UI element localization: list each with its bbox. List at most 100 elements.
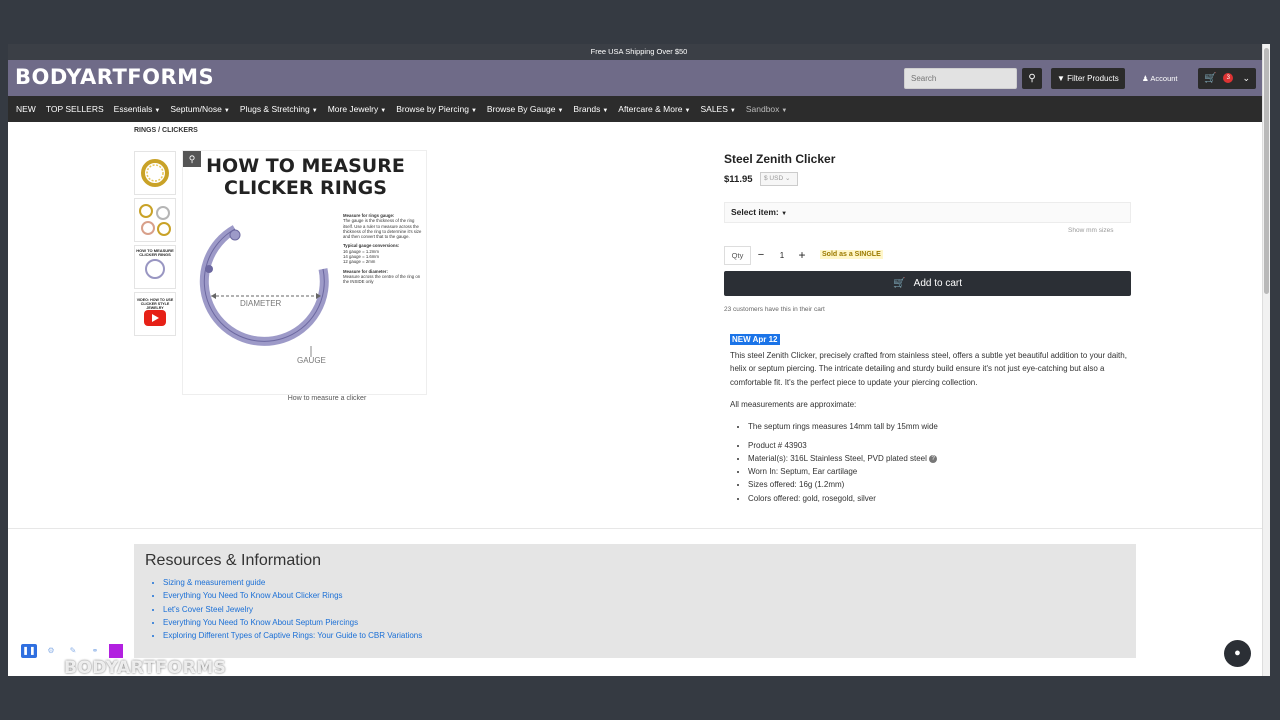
- resource-link[interactable]: Everything You Need To Know About Septum…: [163, 616, 422, 629]
- diameter-label: DIAMETER: [240, 299, 282, 308]
- pause-icon: ❚❚: [22, 646, 36, 655]
- caret-down-icon: ▼: [729, 108, 736, 114]
- help-icon[interactable]: ?: [929, 454, 938, 463]
- search-button[interactable]: ⚲: [1022, 68, 1042, 89]
- plus-icon: +: [798, 248, 806, 262]
- qty-decrease-button[interactable]: −: [754, 246, 768, 265]
- select-item-dropdown[interactable]: Select item: ▼: [724, 202, 1131, 223]
- breadcrumb-clickers[interactable]: CLICKERS: [162, 127, 198, 134]
- nav-item-aftercare[interactable]: Aftercare & More ▼: [618, 104, 690, 114]
- nav-item-browse-by-piercing[interactable]: Browse by Piercing ▼: [396, 104, 477, 114]
- search-input[interactable]: [904, 68, 1017, 89]
- thumbnail-3[interactable]: HOW TO MEASURE CLICKER RINGS: [134, 245, 176, 289]
- nav-item-label: Essentials: [113, 104, 153, 114]
- thumbnail-4-video[interactable]: VIDEO: HOW TO USE CLICKER STYLE JEWELRY: [134, 292, 176, 336]
- breadcrumb-rings[interactable]: RINGS: [134, 127, 156, 134]
- detail-worn-in: Worn In: Septum, Ear cartilage: [748, 465, 1130, 478]
- detail-colors: Colors offered: gold, rosegold, silver: [748, 492, 1130, 505]
- currency-value: $ USD: [764, 175, 784, 182]
- add-to-cart-label: Add to cart: [913, 278, 963, 289]
- nav-item-brands[interactable]: Brands ▼: [573, 104, 608, 114]
- resource-link[interactable]: Exploring Different Types of Captive Rin…: [163, 629, 422, 642]
- link-button[interactable]: ⚭: [87, 644, 103, 658]
- thumbnail-3-content: HOW TO MEASURE CLICKER RINGS: [136, 247, 174, 286]
- measure-instructions: Measure for rings gauge: The gauge is th…: [343, 213, 423, 285]
- gear-icon: ⚙: [47, 646, 55, 655]
- nav-item-label: Septum/Nose: [170, 104, 222, 114]
- nav-item-browse-by-gauge[interactable]: Browse By Gauge ▼: [487, 104, 563, 114]
- product-title: Steel Zenith Clicker: [724, 152, 836, 166]
- caret-down-icon: ▼: [602, 108, 609, 114]
- customers-in-cart-text: 23 customers have this in their cart: [724, 306, 825, 313]
- chevron-down-icon[interactable]: ⌄: [1242, 68, 1250, 89]
- main-nav: NEW TOP SELLERS Essentials ▼ Septum/Nose ▼…: [8, 96, 1270, 122]
- nav-item-sales[interactable]: SALES ▼: [700, 104, 735, 114]
- page-scrollbar[interactable]: [1262, 44, 1270, 676]
- pause-button[interactable]: ❚❚: [21, 644, 37, 658]
- site-header: BODYARTFORMS ⚲ ▼ Filter Products ♟ Accou…: [8, 60, 1270, 96]
- caret-down-icon: ▼: [380, 108, 387, 114]
- section-divider: [8, 528, 1262, 529]
- filter-icon: ▼: [1057, 74, 1065, 83]
- qty-label: Qty: [724, 246, 751, 265]
- show-mm-sizes-link[interactable]: Show mm sizes: [1068, 227, 1114, 234]
- detail-materials: Material(s): 316L Stainless Steel, PVD p…: [748, 452, 1130, 465]
- thumbnail-4-content: VIDEO: HOW TO USE CLICKER STYLE JEWELRY: [136, 298, 174, 331]
- resources-links: Sizing & measurement guide Everything Yo…: [163, 576, 422, 642]
- qty-increase-button[interactable]: +: [795, 246, 809, 265]
- sold-as-badge: Sold as a SINGLE: [820, 250, 883, 259]
- nav-item-label: SALES: [700, 104, 728, 114]
- add-to-cart-button[interactable]: 🛒 Add to cart: [724, 271, 1131, 296]
- chat-button[interactable]: ●: [1224, 640, 1251, 667]
- account-link[interactable]: ♟ Account: [1142, 68, 1178, 89]
- filter-products-button[interactable]: ▼ Filter Products: [1051, 68, 1125, 89]
- pen-button[interactable]: ✎: [65, 644, 81, 658]
- detail-product-number: Product # 43903: [748, 439, 1130, 452]
- resource-link[interactable]: Everything You Need To Know About Clicke…: [163, 589, 422, 602]
- resource-link[interactable]: Let's Cover Steel Jewelry: [163, 603, 422, 616]
- cart-button[interactable]: 🛒 3 ⌄: [1198, 68, 1256, 89]
- new-badge: NEW Apr 12: [730, 334, 780, 345]
- nav-item-plugs-stretching[interactable]: Plugs & Stretching ▼: [240, 104, 318, 114]
- nav-item-septum-nose[interactable]: Septum/Nose ▼: [170, 104, 229, 114]
- nav-item-label: Sandbox: [745, 104, 780, 114]
- caret-down-icon: ▼: [154, 108, 161, 114]
- thumbnail-4-text: VIDEO: HOW TO USE CLICKER STYLE JEWELRY: [136, 297, 174, 310]
- nav-item-essentials[interactable]: Essentials ▼: [114, 104, 161, 114]
- settings-button[interactable]: ⚙: [43, 644, 59, 658]
- currency-select[interactable]: $ USD ⌄: [760, 172, 798, 186]
- nav-item-label: TOP SELLERS: [45, 104, 104, 114]
- caret-down-icon: ▼: [781, 108, 788, 114]
- cart-count-badge: 3: [1223, 73, 1234, 84]
- watermark-logo: BODYARTFORMS: [64, 658, 227, 676]
- scrollbar-thumb[interactable]: [1264, 48, 1269, 294]
- qty-input[interactable]: 1: [772, 246, 792, 265]
- measurement-item: The septum rings measures 14mm tall by 1…: [748, 420, 1130, 433]
- thumbnail-2[interactable]: [134, 198, 176, 242]
- thumbnail-3-text: HOW TO MEASURE CLICKER RINGS: [136, 247, 174, 257]
- nav-item-label: More Jewelry: [327, 104, 379, 114]
- caret-down-icon: ▼: [684, 108, 691, 114]
- main-product-image[interactable]: ⚲ HOW TO MEASURE CLICKER RINGS DIAMETER …: [182, 150, 427, 395]
- thumbnail-1[interactable]: [134, 151, 176, 195]
- shipping-banner-text: Free USA Shipping Over $50: [590, 47, 688, 56]
- color-swatch-button[interactable]: [109, 644, 123, 658]
- chevron-down-icon: ⌄: [784, 175, 791, 182]
- thumbnail-list: HOW TO MEASURE CLICKER RINGS VIDEO: HOW …: [134, 151, 176, 339]
- account-label: Account: [1150, 74, 1178, 83]
- caret-down-icon: ▼: [470, 108, 477, 114]
- search-icon: ⚲: [1028, 73, 1036, 84]
- nav-item-sandbox[interactable]: Sandbox ▼: [746, 104, 788, 114]
- product-description: NEW Apr 12 This steel Zenith Clicker, pr…: [730, 333, 1130, 505]
- nav-item-new[interactable]: NEW: [16, 104, 36, 114]
- site-logo[interactable]: BODYARTFORMS: [15, 65, 214, 89]
- measurement-list: The septum rings measures 14mm tall by 1…: [748, 420, 1130, 433]
- nav-item-more-jewelry[interactable]: More Jewelry ▼: [328, 104, 387, 114]
- resources-heading: Resources & Information: [145, 552, 322, 569]
- chat-bubble-icon: ●: [1234, 647, 1241, 659]
- filter-products-label: Filter Products: [1067, 74, 1119, 83]
- nav-item-top-sellers[interactable]: TOP SELLERS: [46, 104, 104, 114]
- instructions-text-1: The gauge is the thickness of the ring i…: [343, 218, 422, 240]
- breadcrumb: RINGS / CLICKERS: [134, 127, 198, 134]
- resource-link[interactable]: Sizing & measurement guide: [163, 576, 422, 589]
